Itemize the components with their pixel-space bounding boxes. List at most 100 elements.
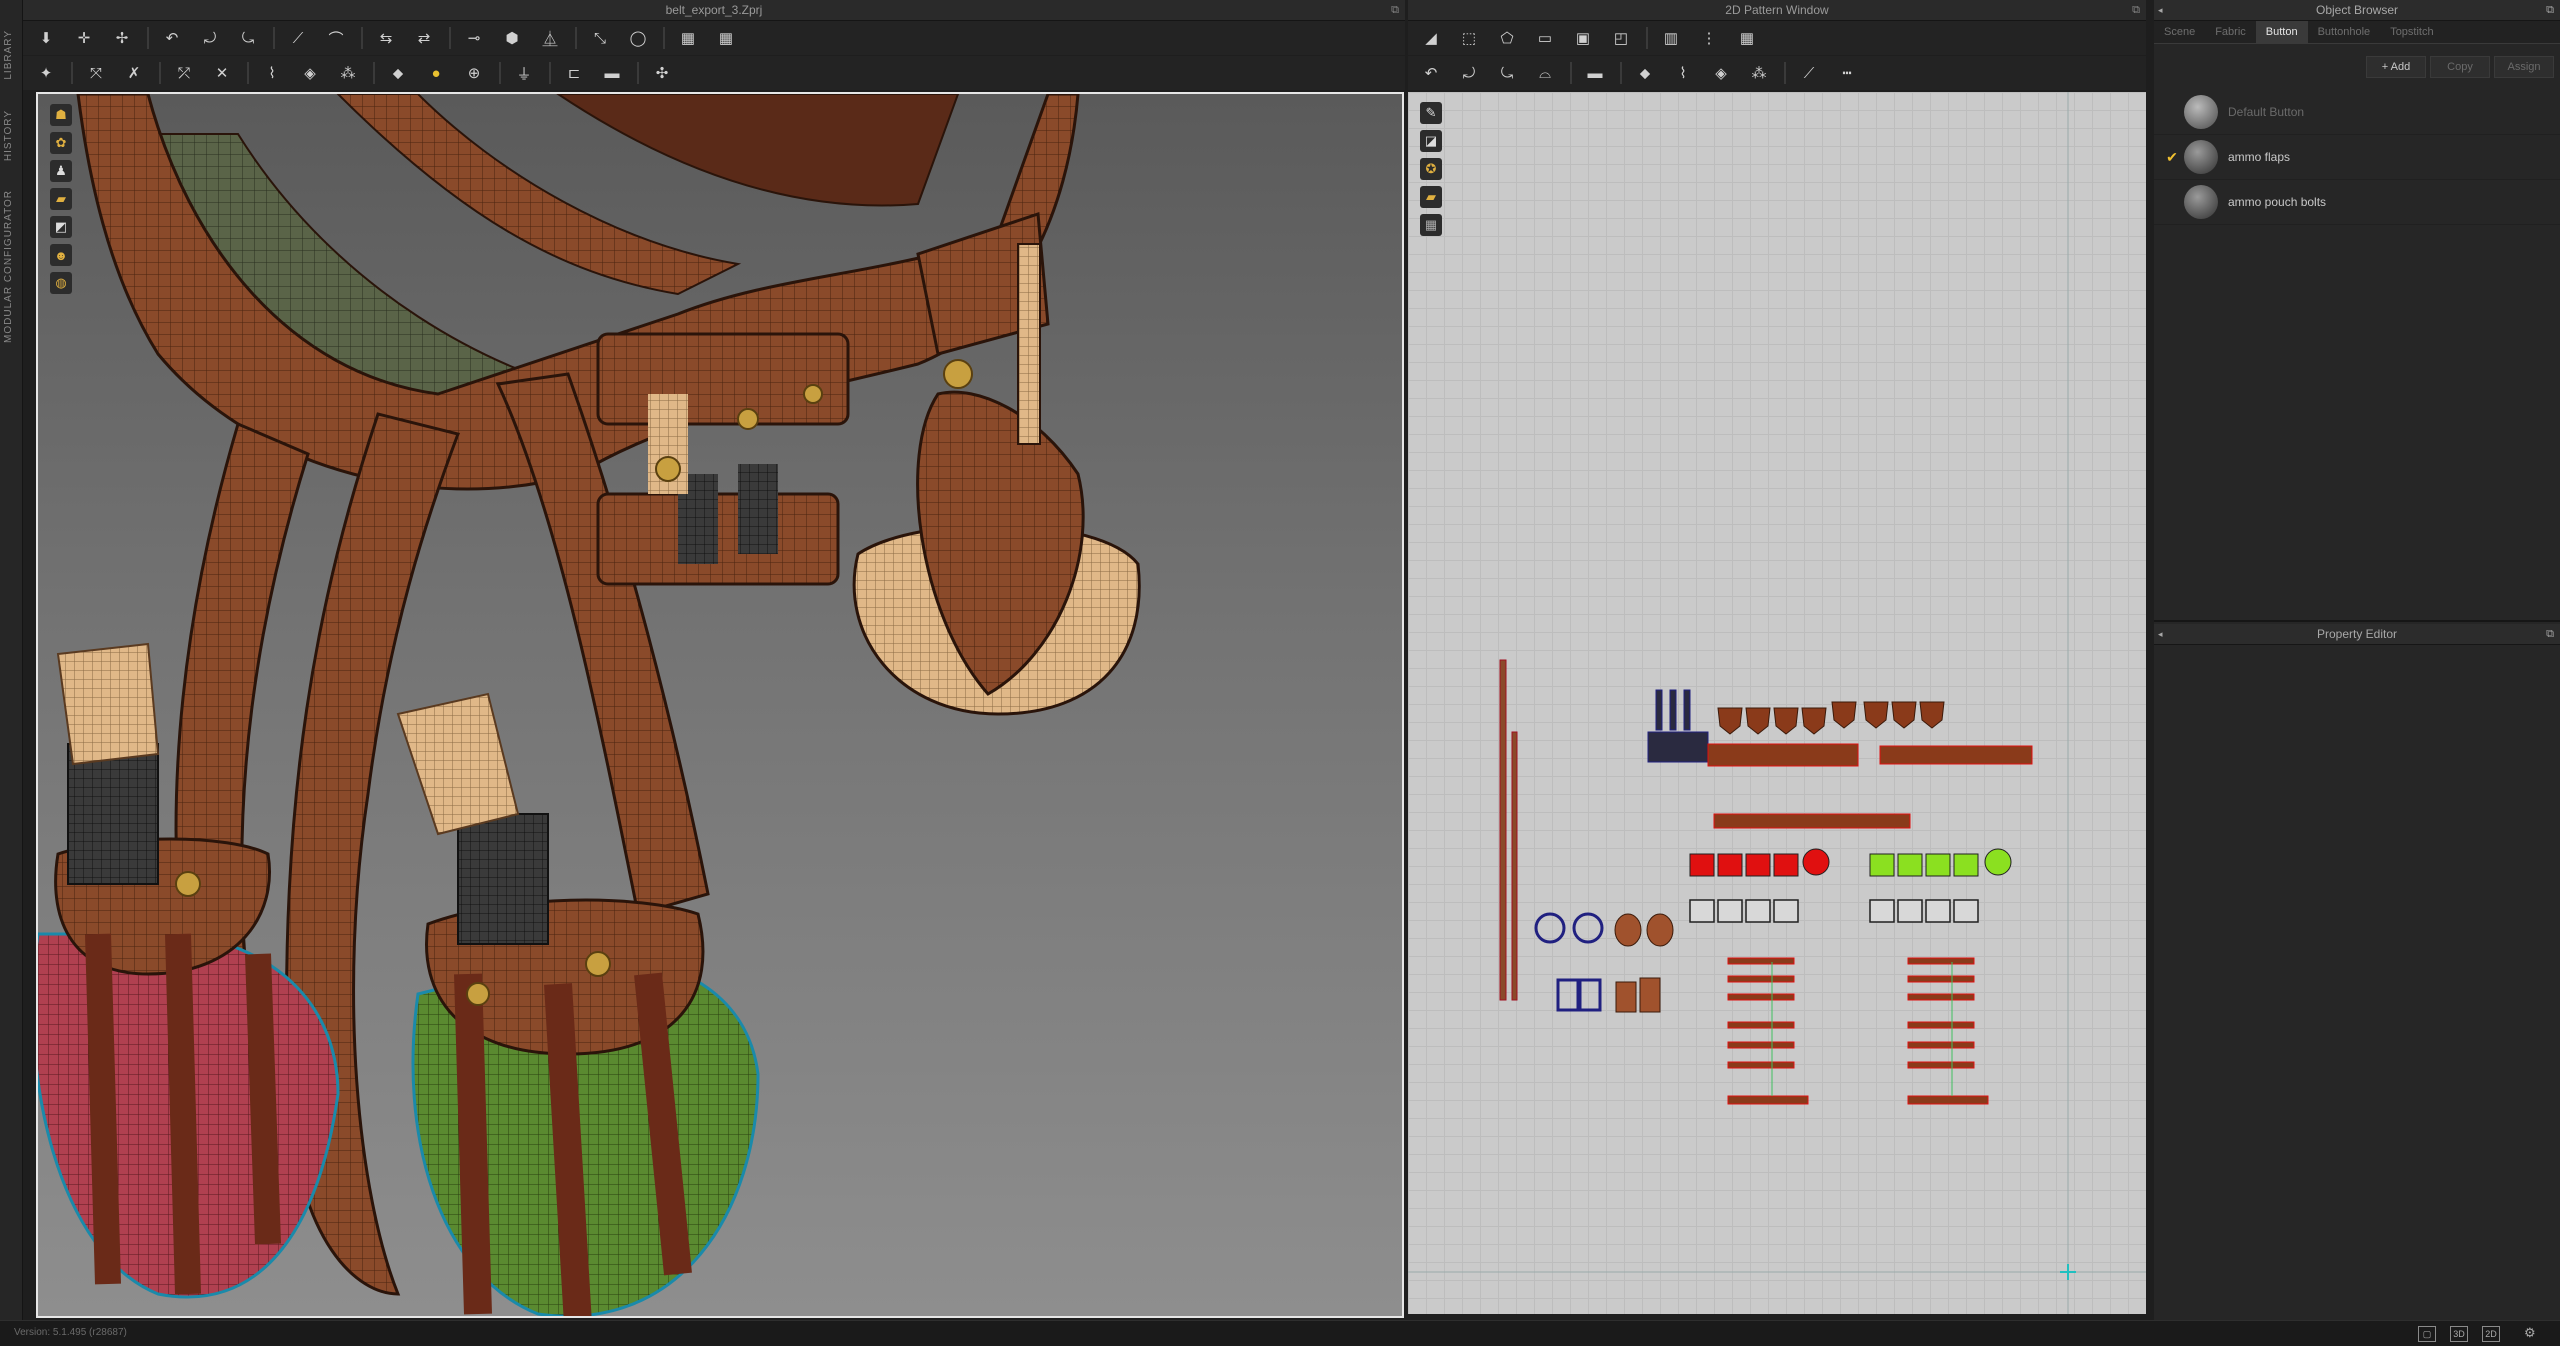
layout-single-icon[interactable]: ▢ <box>2418 1326 2436 1342</box>
undo-icon[interactable]: ↶ <box>1416 60 1446 86</box>
settings-icon[interactable]: ⚙ <box>2524 1325 2536 1341</box>
display-texture-icon[interactable]: ▰ <box>50 188 72 210</box>
2d-display-pattern-icon[interactable]: ✎ <box>1420 102 1442 124</box>
select-icon[interactable]: ◢ <box>1416 25 1446 51</box>
trim-icon[interactable]: ◯ <box>623 25 653 51</box>
grid-icon[interactable]: ▦ <box>1732 25 1762 51</box>
elastic-icon[interactable]: ⁂ <box>333 60 363 86</box>
viewport-2d[interactable]: ✎ ◪ ✪ ▰ ▦ <box>1408 92 2146 1314</box>
panel-divider[interactable] <box>2154 620 2560 622</box>
line-icon[interactable]: ⟋ <box>283 25 313 51</box>
measure-icon[interactable]: ⤧ <box>81 60 111 86</box>
sewing-icon[interactable]: ⇆ <box>371 25 401 51</box>
pin-icon[interactable]: ⤿ <box>233 25 263 51</box>
copy-button[interactable]: Copy <box>2430 56 2490 78</box>
2d-display-sewing-icon[interactable]: ✪ <box>1420 158 1442 180</box>
maximize-icon[interactable]: ⧉ <box>2132 0 2140 20</box>
fold-arrange-icon[interactable]: ✕ <box>207 60 237 86</box>
viewport-3d[interactable]: ☗ ✿ ♟ ▰ ◩ ☻ ◍ <box>36 92 1404 1318</box>
polygon-icon[interactable]: ⬠ <box>1492 25 1522 51</box>
segment-sewing-icon[interactable]: ⋮ <box>1694 25 1724 51</box>
add-point-icon[interactable]: ⤿ <box>1492 60 1522 86</box>
status-bar: Version: 5.1.495 (r28687) ▢ 3D 2D ⚙ <box>0 1320 2560 1346</box>
2d-display-texture-icon[interactable]: ◪ <box>1420 130 1442 152</box>
pattern-icon[interactable]: ⁂ <box>1744 60 1774 86</box>
display-pose-icon[interactable]: ♟ <box>50 160 72 182</box>
circle-icon[interactable]: ▣ <box>1568 25 1598 51</box>
tab-button[interactable]: Button <box>2255 21 2308 43</box>
grid-icon[interactable]: ▦ <box>711 25 741 51</box>
zip-icon[interactable]: ⤡ <box>585 25 615 51</box>
list-item[interactable]: ✔ ammo flaps <box>2154 135 2560 180</box>
display-wireframe-icon[interactable]: ◩ <box>50 216 72 238</box>
tape-icon[interactable]: ✣ <box>647 60 677 86</box>
list-item[interactable]: Default Button <box>2154 90 2560 135</box>
layout-2d-icon[interactable]: 2D <box>2482 1326 2500 1342</box>
ruler-icon[interactable]: ┅ <box>1832 60 1862 86</box>
curve-icon[interactable]: ⌒ <box>321 25 351 51</box>
trace-icon[interactable]: ◈ <box>1706 60 1736 86</box>
gluing-icon[interactable]: ⬥ <box>1630 60 1660 86</box>
button-icon[interactable]: ⬢ <box>497 25 527 51</box>
collapse-icon[interactable]: ◂ <box>2158 0 2163 20</box>
3d-garment-render <box>38 94 1141 1316</box>
toolbar-divider <box>575 27 577 49</box>
seamline-icon[interactable]: ◈ <box>295 60 325 86</box>
display-garment-icon[interactable]: ✿ <box>50 132 72 154</box>
measure-icon[interactable]: ⟋ <box>1794 60 1824 86</box>
button-place-icon[interactable]: ⏚ <box>509 60 539 86</box>
tab-buttonhole[interactable]: Buttonhole <box>2308 21 2381 43</box>
avatar-icon[interactable]: ✦ <box>31 60 61 86</box>
puckering-icon[interactable]: ⤱ <box>169 60 199 86</box>
display-sphere-icon[interactable]: ◍ <box>50 272 72 294</box>
notch-icon[interactable]: ⌓ <box>1530 60 1560 86</box>
maximize-icon[interactable]: ⧉ <box>2546 0 2554 20</box>
transform-icon[interactable]: ✛ <box>69 25 99 51</box>
2d-display-fabric-icon[interactable]: ▰ <box>1420 186 1442 208</box>
display-skin-icon[interactable]: ☻ <box>50 244 72 266</box>
viewport-3d-tools: ☗ ✿ ♟ ▰ ◩ ☻ ◍ <box>50 104 76 300</box>
edit-curve-icon[interactable]: ⤾ <box>1454 60 1484 86</box>
collapse-icon[interactable]: ◂ <box>2158 624 2163 644</box>
object-browser-header: ◂ Object Browser ⧉ <box>2154 0 2560 21</box>
add-button[interactable]: + Add <box>2366 56 2426 78</box>
grid-icon[interactable]: ▦ <box>673 25 703 51</box>
object-browser-tabs: Scene Fabric Button Buttonhole Topstitch <box>2154 21 2560 44</box>
2d-display-grid-icon[interactable]: ▦ <box>1420 214 1442 236</box>
side-tab-modular-configurator[interactable]: MODULAR CONFIGURATOR <box>3 190 19 343</box>
tab-topstitch[interactable]: Topstitch <box>2380 21 2443 43</box>
fold-icon[interactable]: ⤾ <box>195 25 225 51</box>
display-avatar-icon[interactable]: ☗ <box>50 104 72 126</box>
side-tab-library[interactable]: LIBRARY <box>3 30 19 80</box>
list-item[interactable]: ammo pouch bolts <box>2154 180 2560 225</box>
edit-point-icon[interactable]: ✢ <box>107 25 137 51</box>
zipper-icon[interactable]: ▬ <box>597 60 627 86</box>
undo-seam-icon[interactable]: ↶ <box>157 25 187 51</box>
piping-icon[interactable]: ⊕ <box>459 60 489 86</box>
free-sewing-icon[interactable]: ⇄ <box>409 25 439 51</box>
toolbar-2d-row1: ◢ ⬚ ⬠ ▭ ▣ ◰ ▥ ⋮ ▦ <box>1408 21 2146 55</box>
assign-button[interactable]: Assign <box>2494 56 2554 78</box>
maximize-icon[interactable]: ⧉ <box>1391 0 1399 20</box>
topstitch-icon[interactable]: ● <box>421 60 451 86</box>
toolbar-divider <box>71 62 73 84</box>
side-tab-history[interactable]: HISTORY <box>3 110 19 161</box>
symmetric-icon[interactable]: ⌇ <box>1668 60 1698 86</box>
dart-icon[interactable]: ▥ <box>1656 25 1686 51</box>
layout-3d-icon[interactable]: 3D <box>2450 1326 2468 1342</box>
maximize-icon[interactable]: ⧉ <box>2546 624 2554 644</box>
stitch-icon[interactable]: ✗ <box>119 60 149 86</box>
pleat-icon[interactable]: ⌇ <box>257 60 287 86</box>
tab-fabric[interactable]: Fabric <box>2205 21 2256 43</box>
internal-shape-icon[interactable]: ◰ <box>1606 25 1636 51</box>
tape-icon[interactable]: ▬ <box>1580 60 1610 86</box>
move-icon[interactable]: ⬇ <box>31 25 61 51</box>
tack-icon[interactable]: ⊸ <box>459 25 489 51</box>
transform-pattern-icon[interactable]: ⬚ <box>1454 25 1484 51</box>
tab-scene[interactable]: Scene <box>2154 21 2205 43</box>
hanger-icon[interactable]: ⏅ <box>535 25 565 51</box>
buttonhole-icon[interactable]: ⊏ <box>559 60 589 86</box>
shrink-icon[interactable]: ⬥ <box>383 60 413 86</box>
rectangle-icon[interactable]: ▭ <box>1530 25 1560 51</box>
viewport-2d-tools: ✎ ◪ ✪ ▰ ▦ <box>1420 102 1446 242</box>
